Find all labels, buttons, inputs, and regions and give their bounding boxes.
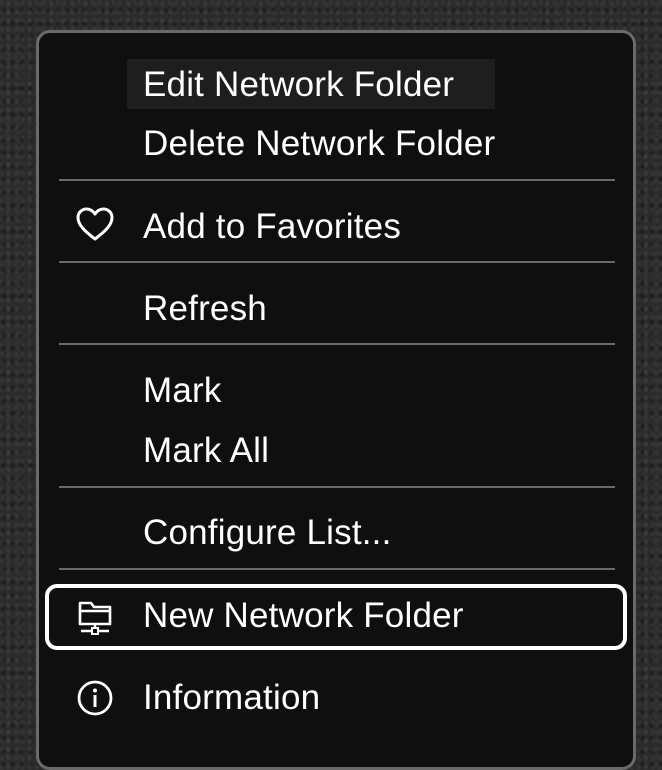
menu-separator xyxy=(59,486,615,488)
menu-item-delete-network-folder[interactable]: Delete Network Folder xyxy=(143,122,495,166)
menu-separator xyxy=(59,179,615,181)
menu-item-add-to-favorites[interactable]: Add to Favorites xyxy=(143,205,401,249)
menu-item-mark[interactable]: Mark xyxy=(143,369,222,413)
menu-item-mark-all[interactable]: Mark All xyxy=(143,429,269,473)
menu-separator xyxy=(59,568,615,570)
menu-item-information[interactable]: Information xyxy=(143,676,320,720)
menu-item-new-network-folder[interactable]: New Network Folder xyxy=(143,594,464,638)
menu-item-edit-network-folder[interactable]: Edit Network Folder xyxy=(143,63,454,107)
menu-item-configure-list[interactable]: Configure List... xyxy=(143,511,392,555)
menu-separator xyxy=(59,261,615,263)
context-menu: Edit Network Folder Delete Network Folde… xyxy=(36,30,636,770)
info-icon xyxy=(75,678,115,718)
menu-item-refresh[interactable]: Refresh xyxy=(143,287,267,331)
heart-icon xyxy=(75,205,115,245)
network-folder-icon xyxy=(75,597,115,637)
menu-separator xyxy=(59,343,615,345)
